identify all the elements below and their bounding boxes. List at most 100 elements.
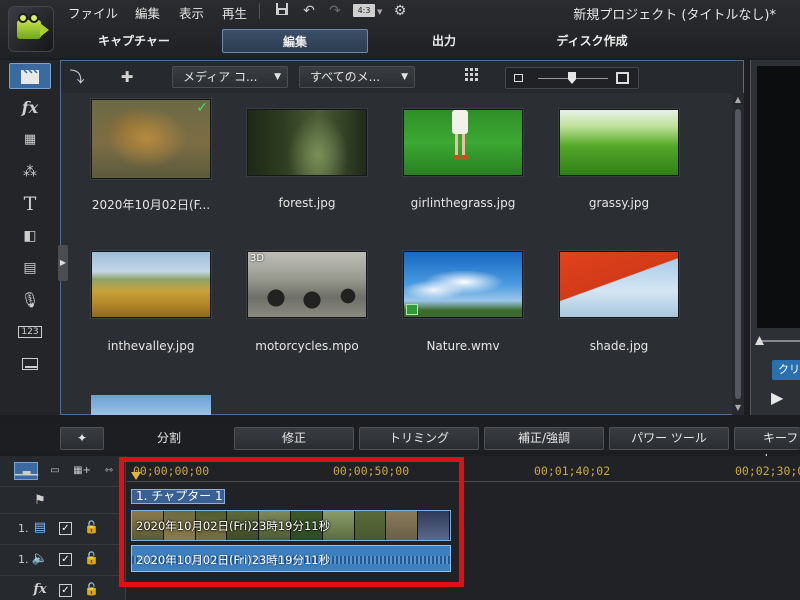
menu-view[interactable]: 表示 (179, 3, 204, 21)
track-enable-checkbox[interactable]: ✓ (59, 522, 72, 535)
fix-enhance-button[interactable]: 補正/強調 (484, 427, 604, 450)
media-item-label: shade.jpg (589, 339, 649, 353)
save-icon[interactable] (273, 2, 291, 20)
media-library-panel: ⤵ ✚ メディア コ... ▼ すべてのメ... ▼ ✓ 2020年10月02日… (60, 60, 744, 415)
microphone-icon[interactable]: 🎙 (9, 287, 51, 313)
timecode-label: 00;02;30;0 (735, 464, 800, 478)
transition-room-icon[interactable]: ◧ (9, 223, 51, 249)
track-manager-icon[interactable]: ▦+ (70, 462, 94, 480)
tab-edit[interactable]: 編集 (222, 29, 368, 53)
media-item-label: forest.jpg (278, 196, 336, 210)
tab-output[interactable]: 出力 (384, 29, 504, 53)
media-type-dropdown[interactable]: すべてのメ... ▼ (299, 66, 415, 88)
fit-timeline-icon[interactable]: ⇿ (97, 462, 121, 480)
fx-room-icon[interactable]: fx (9, 95, 51, 121)
redo-icon[interactable]: ↷ (326, 2, 344, 20)
menu-file[interactable]: ファイル (68, 3, 118, 21)
media-room-icon[interactable] (9, 63, 51, 89)
app-logo (8, 6, 54, 52)
plugins-icon[interactable]: ✚ (116, 67, 138, 87)
slider-thumb[interactable] (568, 72, 576, 84)
media-content-dropdown[interactable]: メディア コ... ▼ (172, 66, 288, 88)
media-content-dropdown-label: メディア コ... (183, 70, 258, 84)
media-item-label: motorcycles.mpo (255, 339, 359, 353)
trim-button[interactable]: トリミング (359, 427, 479, 450)
power-tools-button[interactable]: パワー ツール (609, 427, 729, 450)
menu-play[interactable]: 再生 (222, 3, 247, 21)
magic-tools-button[interactable]: ✦ (60, 427, 104, 450)
window-title: 新規プロジェクト (タイトルなし)* (573, 8, 776, 23)
check-mark-icon: ✓ (196, 100, 208, 116)
timeline-view-icon[interactable]: ▁▃▁ (14, 462, 38, 480)
video-file-icon (406, 304, 418, 315)
media-item-label: girlinthegrass.jpg (410, 196, 516, 210)
scrollbar-thumb[interactable] (735, 109, 741, 399)
preview-screen (757, 66, 800, 328)
menu-divider (259, 3, 260, 19)
chevron-down-icon: ▼ (274, 72, 281, 82)
media-item-label: grassy.jpg (588, 196, 650, 210)
media-thumbnail[interactable] (247, 109, 367, 176)
3d-badge: 3D (250, 253, 265, 264)
menu-edit[interactable]: 編集 (135, 3, 160, 21)
large-thumbnail-icon (616, 72, 629, 84)
media-thumbnail[interactable] (91, 251, 211, 318)
track-number: 1. (18, 553, 29, 566)
view-grid-icon[interactable] (461, 67, 483, 87)
import-media-icon[interactable]: ⤵ (66, 67, 88, 87)
chevron-down-icon: ▼ (401, 72, 408, 82)
pip-objects-icon[interactable]: ▦ (9, 127, 51, 153)
split-button[interactable]: 分割 (109, 427, 229, 450)
tab-capture[interactable]: キャプチャー (74, 29, 194, 53)
track-enable-checkbox[interactable]: ✓ (59, 553, 72, 566)
lock-icon[interactable]: 🔓 (84, 582, 99, 598)
track-number: 1. (18, 522, 29, 535)
media-thumbnail[interactable] (559, 251, 679, 318)
magic-wand-icon: ✦ (76, 431, 88, 445)
media-item-label: inthevalley.jpg (107, 339, 195, 353)
lock-icon[interactable]: 🔓 (84, 520, 99, 536)
timecode-label: 00;01;40;02 (534, 464, 611, 478)
scroll-down-icon[interactable]: ▼ (733, 403, 743, 413)
collapse-panel-handle[interactable]: ▶ (58, 245, 68, 281)
track-enable-checkbox[interactable]: ✓ (59, 584, 72, 597)
tab-disc-authoring[interactable]: ディスク作成 (532, 29, 652, 53)
title-room-icon[interactable]: T (9, 191, 51, 217)
annotation-highlight-box (119, 457, 464, 587)
chapter-room-icon[interactable] (9, 351, 51, 377)
chapter-flag-icon: ⚑ (34, 493, 46, 508)
aspect-dropdown-arrow-icon[interactable]: ▼ (377, 8, 382, 16)
media-thumbnail[interactable] (559, 109, 679, 176)
fx-track-header: fx ✓ 🔓 (0, 575, 126, 600)
media-thumbnail[interactable]: ✓ (91, 99, 211, 179)
library-scrollbar[interactable]: ▲ ▼ (732, 93, 744, 415)
preview-scrubber[interactable] (757, 340, 800, 342)
video-track-header: 1. ▤ ✓ 🔓 (0, 513, 126, 544)
undo-icon[interactable]: ↶ (300, 2, 318, 20)
media-type-dropdown-label: すべてのメ... (310, 70, 381, 84)
media-item-label: 2020年10月02日(F... (91, 198, 211, 212)
fx-icon: fx (33, 582, 47, 597)
play-icon[interactable]: ▶ (771, 388, 791, 408)
gear-icon[interactable]: ⚙ (391, 2, 409, 20)
lock-icon[interactable]: 🔓 (84, 551, 99, 567)
media-thumbnail[interactable] (403, 109, 523, 176)
scroll-up-icon[interactable]: ▲ (733, 95, 743, 105)
subtitle-room-icon[interactable]: 123 (9, 319, 51, 345)
storyboard-view-icon[interactable]: ▭ (43, 462, 67, 480)
thumbnail-size-slider[interactable] (505, 67, 639, 89)
media-thumbnail[interactable] (403, 251, 523, 318)
audio-track-header: 1. 🔈 ✓ 🔓 (0, 544, 126, 575)
menu-room-icon[interactable]: ▤ (9, 255, 51, 281)
media-thumbnail[interactable]: 3D (247, 251, 367, 318)
particle-room-icon[interactable]: ⁂ (9, 159, 51, 185)
small-thumbnail-icon (514, 74, 523, 82)
speaker-icon: 🔈 (31, 551, 49, 566)
preview-clip-mode-button[interactable]: クリ (772, 360, 800, 380)
modify-button[interactable]: 修正 (234, 427, 354, 450)
media-item-label: Nature.wmv (426, 339, 500, 353)
keyframe-button[interactable]: キーフレ (734, 427, 800, 466)
video-track-icon: ▤ (33, 520, 47, 535)
aspect-ratio-button[interactable]: 4:3 (353, 4, 375, 17)
media-thumbnail[interactable] (91, 395, 211, 415)
